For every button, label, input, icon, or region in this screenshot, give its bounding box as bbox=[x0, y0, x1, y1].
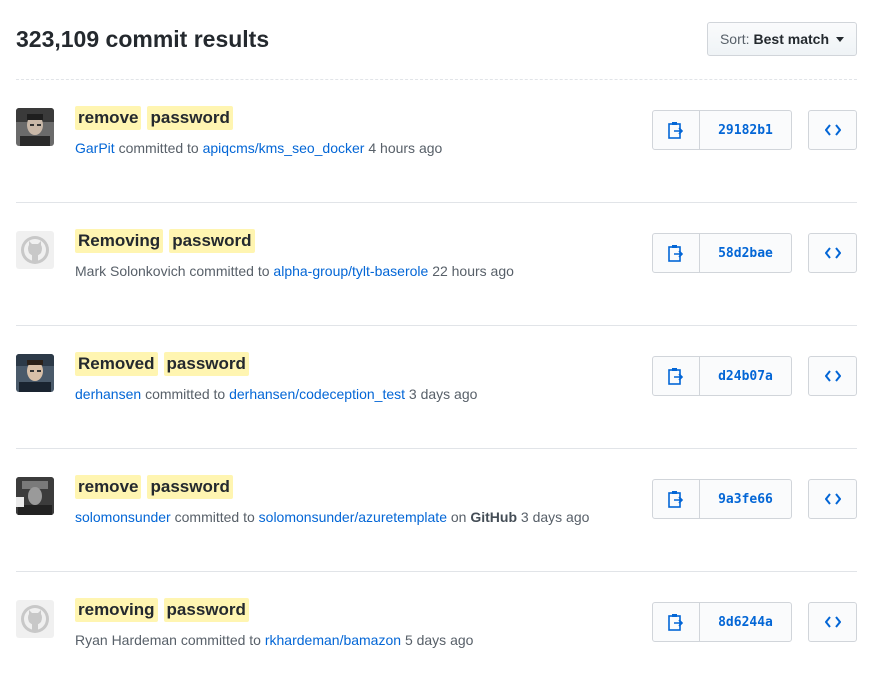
commit-time: 3 days ago bbox=[408, 386, 478, 402]
sha-link[interactable]: 29182b1 bbox=[700, 111, 791, 149]
copy-sha-button[interactable] bbox=[653, 480, 700, 518]
committed-to-text: committed to bbox=[189, 263, 270, 279]
commit-meta: solomonsunder committed to solomonsunder… bbox=[75, 509, 589, 525]
author-name: Mark Solonkovich bbox=[75, 263, 186, 279]
commit-message-word[interactable]: password bbox=[169, 229, 255, 253]
commit-item: Removed password derhansen committed to … bbox=[16, 326, 857, 449]
code-icon bbox=[824, 493, 841, 505]
commit-message: removing password bbox=[75, 598, 249, 622]
caret-down-icon bbox=[836, 37, 844, 42]
committed-to-text: committed to bbox=[180, 632, 261, 648]
avatar[interactable] bbox=[16, 477, 54, 515]
commit-message: remove password bbox=[75, 475, 233, 499]
commit-meta: Mark Solonkovich committed to alpha-grou… bbox=[75, 263, 514, 279]
commit-message-word[interactable]: password bbox=[163, 352, 249, 376]
commit-item: removing password Ryan Hardeman committe… bbox=[16, 572, 857, 673]
sha-button-group: d24b07a bbox=[652, 356, 792, 396]
clipboard-icon bbox=[668, 122, 684, 139]
commit-list: remove password GarPit committed to apiq… bbox=[16, 80, 857, 673]
commit-meta: Ryan Hardeman committed to rkhardeman/ba… bbox=[75, 632, 473, 648]
sha-link[interactable]: d24b07a bbox=[700, 357, 791, 395]
avatar[interactable] bbox=[16, 231, 54, 269]
sha-link[interactable]: 8d6244a bbox=[700, 603, 791, 641]
commit-item: remove password solomonsunder committed … bbox=[16, 449, 857, 572]
commit-item: remove password GarPit committed to apiq… bbox=[16, 80, 857, 203]
sort-value: Best match bbox=[753, 31, 829, 47]
commit-message-word[interactable]: password bbox=[163, 598, 249, 622]
sha-button-group: 58d2bae bbox=[652, 233, 792, 273]
copy-sha-button[interactable] bbox=[653, 603, 700, 641]
commit-message-word[interactable]: password bbox=[147, 475, 233, 499]
commit-message-word[interactable]: removing bbox=[75, 598, 158, 622]
commit-meta: derhansen committed to derhansen/codecep… bbox=[75, 386, 477, 402]
sort-label: Sort: bbox=[719, 31, 750, 47]
browse-code-button[interactable] bbox=[808, 356, 857, 396]
commit-message-word[interactable]: remove bbox=[75, 475, 142, 499]
avatar[interactable] bbox=[16, 108, 54, 146]
commit-item: Removing password Mark Solonkovich commi… bbox=[16, 203, 857, 326]
author-name: Ryan Hardeman bbox=[75, 632, 177, 648]
code-icon bbox=[824, 247, 841, 259]
code-icon bbox=[824, 616, 841, 628]
octocat-icon bbox=[16, 600, 54, 638]
on-text: on bbox=[450, 509, 467, 525]
commit-message-word[interactable]: Removing bbox=[75, 229, 164, 253]
sha-link[interactable]: 58d2bae bbox=[700, 234, 791, 272]
commit-message-word[interactable]: Removed bbox=[75, 352, 158, 376]
author-link[interactable]: solomonsunder bbox=[75, 509, 171, 525]
user-photo-icon bbox=[16, 477, 54, 515]
browse-code-button[interactable] bbox=[808, 110, 857, 150]
sha-button-group: 29182b1 bbox=[652, 110, 792, 150]
repo-link[interactable]: derhansen/codeception_test bbox=[229, 386, 405, 402]
code-icon bbox=[824, 370, 841, 382]
octocat-icon bbox=[16, 231, 54, 269]
commit-time: 4 hours ago bbox=[368, 140, 443, 156]
copy-sha-button[interactable] bbox=[653, 111, 700, 149]
user-photo-icon bbox=[16, 108, 54, 146]
author-link[interactable]: derhansen bbox=[75, 386, 141, 402]
repo-link[interactable]: rkhardeman/bamazon bbox=[265, 632, 401, 648]
commit-message-word[interactable]: remove bbox=[75, 106, 142, 130]
commit-time: 22 hours ago bbox=[432, 263, 514, 279]
clipboard-icon bbox=[668, 491, 684, 508]
commit-time: 3 days ago bbox=[520, 509, 590, 525]
commit-meta: GarPit committed to apiqcms/kms_seo_dock… bbox=[75, 140, 442, 156]
commit-message: Removed password bbox=[75, 352, 249, 376]
repo-link[interactable]: alpha-group/tylt-baserole bbox=[273, 263, 428, 279]
committed-to-text: committed to bbox=[145, 386, 226, 402]
author-link[interactable]: GarPit bbox=[75, 140, 115, 156]
clipboard-icon bbox=[668, 368, 684, 385]
results-header: 323,109 commit results Sort: Best match bbox=[16, 22, 857, 80]
sha-link[interactable]: 9a3fe66 bbox=[700, 480, 791, 518]
commit-message: remove password bbox=[75, 106, 233, 130]
user-photo-icon bbox=[16, 354, 54, 392]
code-icon bbox=[824, 124, 841, 136]
avatar[interactable] bbox=[16, 600, 54, 638]
committed-to-text: committed to bbox=[174, 509, 255, 525]
sha-button-group: 8d6244a bbox=[652, 602, 792, 642]
copy-sha-button[interactable] bbox=[653, 234, 700, 272]
browse-code-button[interactable] bbox=[808, 602, 857, 642]
clipboard-icon bbox=[668, 245, 684, 262]
clipboard-icon bbox=[668, 614, 684, 631]
browse-code-button[interactable] bbox=[808, 233, 857, 273]
commit-message-word[interactable]: password bbox=[147, 106, 233, 130]
avatar[interactable] bbox=[16, 354, 54, 392]
sha-button-group: 9a3fe66 bbox=[652, 479, 792, 519]
commit-time: 5 days ago bbox=[404, 632, 474, 648]
sort-dropdown-button[interactable]: Sort: Best match bbox=[706, 22, 857, 56]
repo-link[interactable]: solomonsunder/azuretemplate bbox=[259, 509, 447, 525]
platform-name: GitHub bbox=[470, 509, 518, 525]
repo-link[interactable]: apiqcms/kms_seo_docker bbox=[203, 140, 365, 156]
commit-message: Removing password bbox=[75, 229, 255, 253]
committed-to-text: committed to bbox=[118, 140, 199, 156]
copy-sha-button[interactable] bbox=[653, 357, 700, 395]
results-count-title: 323,109 commit results bbox=[16, 26, 270, 52]
browse-code-button[interactable] bbox=[808, 479, 857, 519]
